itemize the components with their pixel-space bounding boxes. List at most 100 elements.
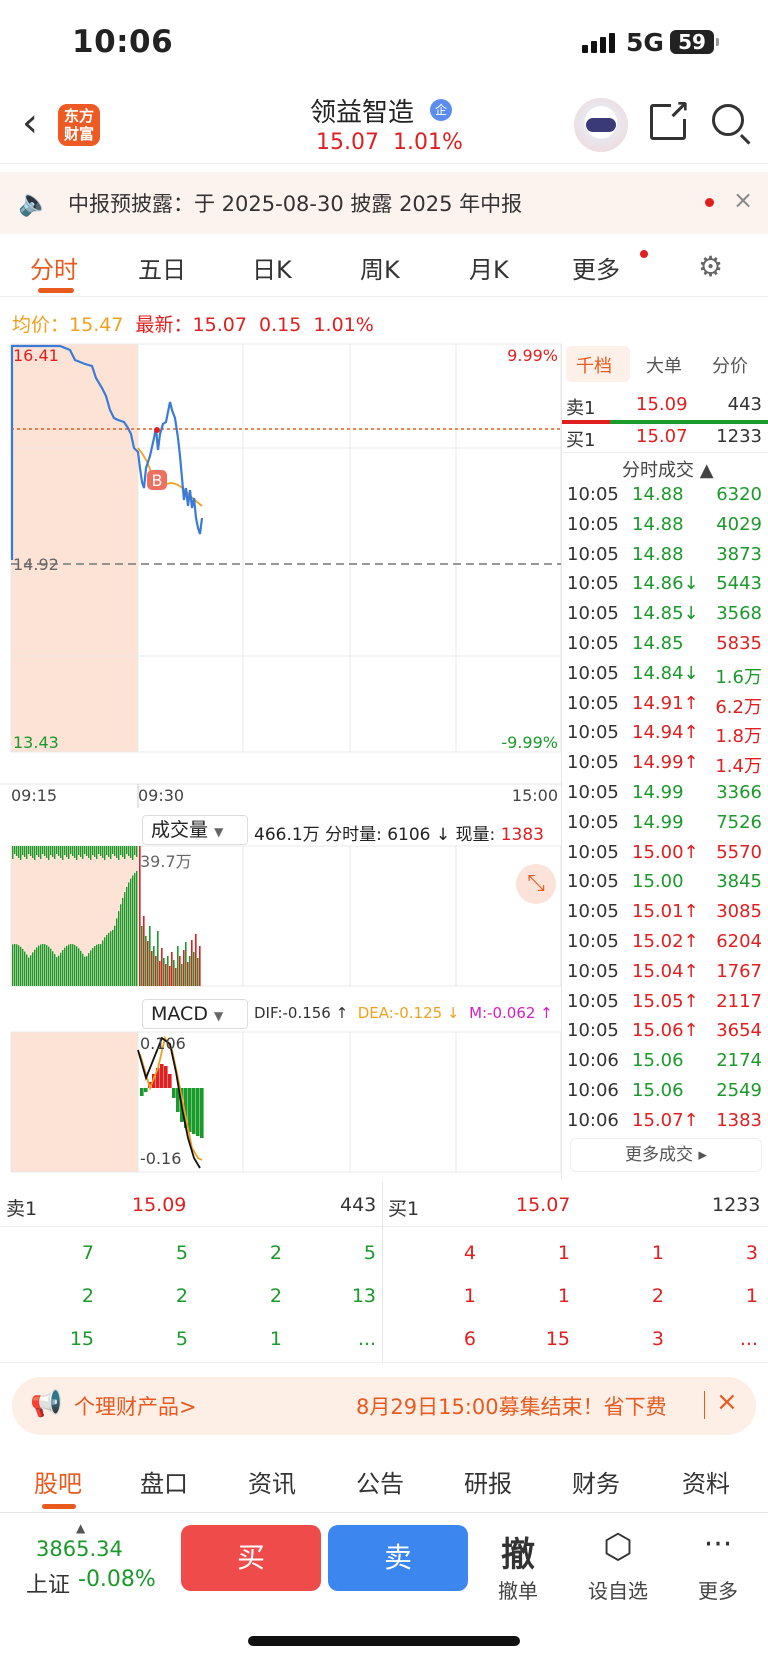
expand-icon[interactable]: ⤡ <box>516 864 556 904</box>
tab-news[interactable]: 资讯 <box>248 1464 296 1499</box>
volume-bar <box>167 956 169 986</box>
add-watchlist-label[interactable]: 设自选 <box>578 1575 658 1604</box>
queue-cell: 15 <box>545 1328 570 1350</box>
tab-intraday[interactable]: 分时 <box>30 250 78 285</box>
trade-row: 10:05 14.99 7526 <box>562 812 768 842</box>
index-value[interactable]: 3865.34 <box>36 1537 123 1561</box>
tab-finance[interactable]: 财务 <box>572 1464 620 1499</box>
volume-bar <box>34 846 36 860</box>
more-icon[interactable]: ··· <box>678 1527 758 1562</box>
volume-bar <box>96 944 98 986</box>
more-trades-button[interactable]: 更多成交 ▸ <box>570 1138 762 1172</box>
index-name[interactable]: 上证 <box>26 1567 70 1599</box>
macd-bar <box>144 1088 148 1092</box>
tab-more[interactable]: 更多 <box>572 250 620 285</box>
sell-button[interactable]: 卖 <box>328 1525 468 1591</box>
trade-price: 14.99 <box>632 811 684 833</box>
tab-day-k[interactable]: 日K <box>252 250 292 285</box>
macd-bars <box>140 1064 204 1138</box>
cancel-order-label[interactable]: 撤单 <box>478 1575 558 1604</box>
macd-axis-bot: -0.16 <box>140 1149 181 1168</box>
gear-icon[interactable]: ⚙ <box>698 250 723 283</box>
side-bid-vol: 1233 <box>716 426 762 447</box>
tab-month-k[interactable]: 月K <box>469 250 509 285</box>
back-icon[interactable]: ‹ <box>22 100 38 146</box>
cancel-order-icon[interactable]: 撤 <box>478 1527 558 1576</box>
tab-five-day[interactable]: 五日 <box>138 250 186 285</box>
status-bar: 10:06 5G 59 <box>0 0 768 90</box>
tab-announcements[interactable]: 公告 <box>356 1464 404 1499</box>
intraday-chart[interactable]: B 16.41 9.99% 14.92 13.43 -9.99% 09:15 0… <box>0 338 562 1178</box>
trade-volume: 5443 <box>716 573 762 595</box>
trade-time: 10:05 <box>567 960 619 982</box>
trade-row: 10:05 15.05↑ 2117 <box>562 991 768 1021</box>
buy-button[interactable]: 买 <box>181 1525 321 1591</box>
volume-bar <box>50 846 52 855</box>
macd-bar <box>140 1088 144 1096</box>
tab-large-orders[interactable]: 大单 <box>646 352 682 378</box>
volume-bar <box>195 934 197 986</box>
trade-row: 10:05 15.04↑ 1767 <box>562 961 768 991</box>
trade-price: 15.01↑ <box>632 901 699 923</box>
queue-cell: 6 <box>463 1328 476 1350</box>
trade-list: 10:05 14.88 6320 10:05 14.88 4029 10:05 14.88 38… <box>562 484 768 1140</box>
trade-volume: 3085 <box>716 901 762 923</box>
trade-price: 14.85↓ <box>632 603 699 625</box>
auction-zone <box>11 344 138 752</box>
tab-research[interactable]: 研报 <box>464 1464 512 1499</box>
volume-info: 466.1万 分时量: 6106 ↓ 现量: 1383 <box>254 825 544 845</box>
queue-cell: 7 <box>81 1242 94 1264</box>
volume-bar <box>20 946 22 986</box>
volume-bar <box>102 846 104 858</box>
trade-time: 10:05 <box>567 484 619 505</box>
notice-banner[interactable]: 🔈 中报预披露：于 2025-08-30 披露 2025 年中报 × <box>0 172 768 234</box>
add-watchlist-icon[interactable]: ⬡ <box>578 1527 658 1567</box>
notice-close-button[interactable]: × <box>733 186 753 214</box>
volume-selector[interactable]: 成交量 ▼ <box>142 815 248 845</box>
queue-cell: 1 <box>557 1242 570 1264</box>
trade-volume: 2117 <box>716 990 762 1012</box>
volume-bar <box>169 966 171 986</box>
status-time: 10:06 <box>72 24 174 60</box>
macd-selector[interactable]: MACD ▼ <box>142 999 248 1029</box>
tab-week-k[interactable]: 周K <box>360 250 400 285</box>
tab-forum[interactable]: 股吧 <box>34 1464 82 1499</box>
assistant-robot-icon[interactable] <box>574 98 628 152</box>
search-icon[interactable] <box>712 104 744 136</box>
tab-qiandang[interactable]: 千档 <box>576 352 612 378</box>
macd-bar <box>172 1088 176 1098</box>
tab-profile[interactable]: 资料 <box>682 1464 730 1499</box>
trade-row: 10:05 14.88 4029 <box>562 514 768 544</box>
ad-banner[interactable]: 📢 个理财产品> 8月29日15:00募集结束！省下费 × <box>12 1377 756 1435</box>
volume-bar <box>88 953 90 986</box>
trade-row: 10:05 15.00 3845 <box>562 871 768 901</box>
volume-bar <box>28 957 30 986</box>
volume-bar <box>22 949 24 986</box>
index-expand-icon[interactable]: ▲ <box>76 1521 85 1535</box>
queue-cell: 3 <box>745 1242 758 1264</box>
queue-cell: 2 <box>269 1285 282 1307</box>
volume-bar <box>54 954 56 986</box>
queue-cell: 2 <box>651 1285 664 1307</box>
volume-bar <box>149 926 151 986</box>
volume-bar <box>62 846 64 860</box>
volume-bar <box>141 926 143 986</box>
home-indicator <box>248 1636 520 1646</box>
volume-bar <box>66 945 68 986</box>
volume-bar <box>14 846 16 854</box>
trade-volume: 2549 <box>716 1079 762 1101</box>
trade-time: 10:05 <box>567 871 619 893</box>
volume-bar <box>86 956 88 986</box>
time-close: 15:00 <box>512 786 558 805</box>
bid-label: 买1 <box>388 1198 420 1220</box>
ad-close-button[interactable]: × <box>716 1387 738 1417</box>
tab-price-split[interactable]: 分价 <box>712 352 748 378</box>
index-change[interactable]: -0.08% <box>78 1567 156 1592</box>
macd-axis-top: 0.106 <box>140 1034 186 1053</box>
more-label[interactable]: 更多 <box>678 1575 758 1604</box>
ad-left-text: 个理财产品> <box>74 1395 197 1419</box>
trades-title[interactable]: 分时成交 ▲ <box>622 456 714 482</box>
volume-bar <box>187 962 189 986</box>
axis-bot-price: 13.43 <box>13 733 59 752</box>
tab-market[interactable]: 盘口 <box>140 1464 188 1499</box>
